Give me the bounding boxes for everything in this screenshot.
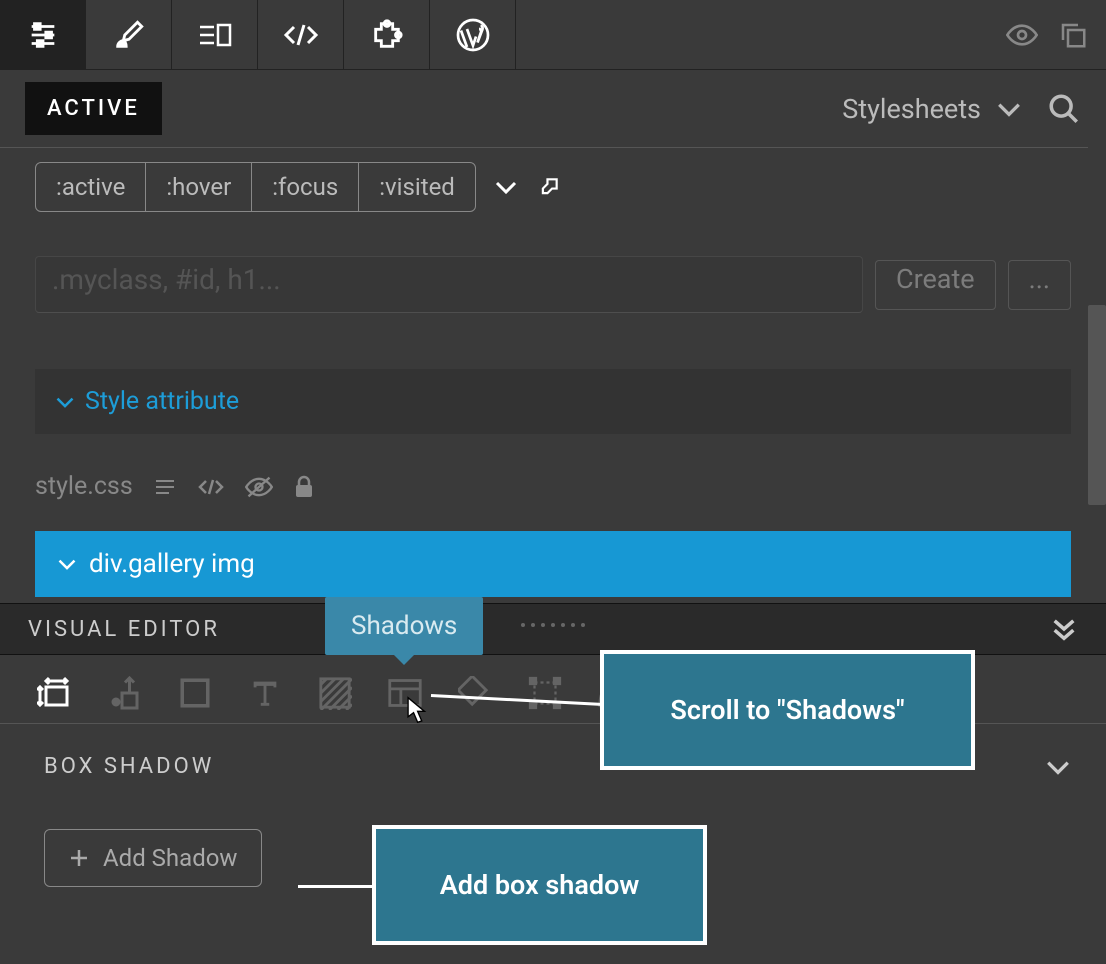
visual-editor-title: VISUAL EDITOR	[28, 617, 220, 642]
code-icon[interactable]	[197, 477, 225, 497]
brush-tab[interactable]	[86, 0, 172, 70]
create-button[interactable]: Create	[875, 260, 996, 310]
text-tool[interactable]	[245, 673, 285, 713]
puzzle-tab[interactable]	[344, 0, 430, 70]
search-icon[interactable]	[1047, 92, 1081, 126]
code-tab[interactable]	[258, 0, 344, 70]
copy-icon[interactable]	[1058, 20, 1088, 50]
selector-row: Create ...	[0, 256, 1106, 313]
pseudo-row: :active :hover :focus :visited	[0, 148, 1106, 226]
actions-tab[interactable]	[172, 0, 258, 70]
callout-add: Add box shadow	[372, 825, 707, 945]
stylesheets-dropdown[interactable]: Stylesheets	[842, 93, 1022, 125]
background-tool[interactable]	[315, 673, 355, 713]
position-tool[interactable]	[105, 673, 145, 713]
pin-icon[interactable]	[536, 174, 562, 200]
selector-input[interactable]	[35, 256, 863, 313]
top-toolbar	[0, 0, 1106, 70]
stylesheets-label: Stylesheets	[842, 93, 981, 125]
layout-tool[interactable]	[385, 673, 425, 713]
transform-tool[interactable]	[525, 673, 565, 713]
pseudo-group: :active :hover :focus :visited	[35, 162, 476, 212]
style-attribute-label: Style attribute	[85, 387, 239, 416]
chevron-down-icon	[1045, 758, 1071, 776]
stylesheet-name: style.css	[35, 472, 133, 501]
double-chevron-down-icon[interactable]	[1050, 615, 1078, 643]
wordpress-tab[interactable]	[430, 0, 516, 70]
code-icon	[282, 21, 320, 49]
active-badge: ACTIVE	[25, 82, 162, 135]
tooltip: Shadows	[325, 597, 483, 655]
chevron-down-icon	[57, 557, 77, 571]
pseudo-visited[interactable]: :visited	[359, 163, 475, 211]
shadow-tool[interactable]	[455, 673, 495, 713]
box-shadow-title: BOX SHADOW	[44, 754, 214, 779]
add-shadow-button[interactable]: Add Shadow	[44, 829, 262, 887]
wordpress-icon	[455, 17, 491, 53]
plus-icon	[69, 848, 89, 868]
stylesheet-file-row: style.css	[0, 472, 1106, 501]
chevron-down-icon	[55, 395, 75, 409]
chevron-down-icon	[996, 100, 1022, 118]
sliders-icon	[26, 18, 60, 52]
sliders-tab[interactable]	[0, 0, 86, 70]
visual-editor-bar: VISUAL EDITOR	[0, 603, 1106, 655]
pseudo-active[interactable]: :active	[36, 163, 146, 211]
lock-icon[interactable]	[293, 475, 315, 499]
chevron-down-icon[interactable]	[494, 179, 518, 195]
list-icon[interactable]	[153, 477, 177, 497]
add-shadow-label: Add Shadow	[103, 844, 237, 872]
puzzle-icon	[370, 18, 404, 52]
box-tool[interactable]	[175, 673, 215, 713]
selected-rule-label: div.gallery img	[89, 549, 255, 579]
actions-icon	[196, 21, 234, 49]
callout-scroll: Scroll to "Shadows"	[600, 650, 975, 770]
selected-rule[interactable]: div.gallery img	[35, 531, 1071, 597]
pseudo-hover[interactable]: :hover	[146, 163, 252, 211]
brush-icon	[112, 18, 146, 52]
callout-line	[298, 885, 378, 888]
drag-handle[interactable]	[521, 623, 585, 627]
dimensions-tool[interactable]	[35, 673, 75, 713]
scrollbar-thumb[interactable]	[1088, 305, 1106, 505]
style-attribute-section[interactable]: Style attribute	[35, 369, 1071, 434]
pseudo-focus[interactable]: :focus	[252, 163, 359, 211]
eye-icon[interactable]	[1006, 23, 1038, 47]
more-button[interactable]: ...	[1008, 260, 1071, 310]
panel-header: ACTIVE Stylesheets	[0, 70, 1106, 148]
eye-off-icon[interactable]	[245, 476, 273, 498]
